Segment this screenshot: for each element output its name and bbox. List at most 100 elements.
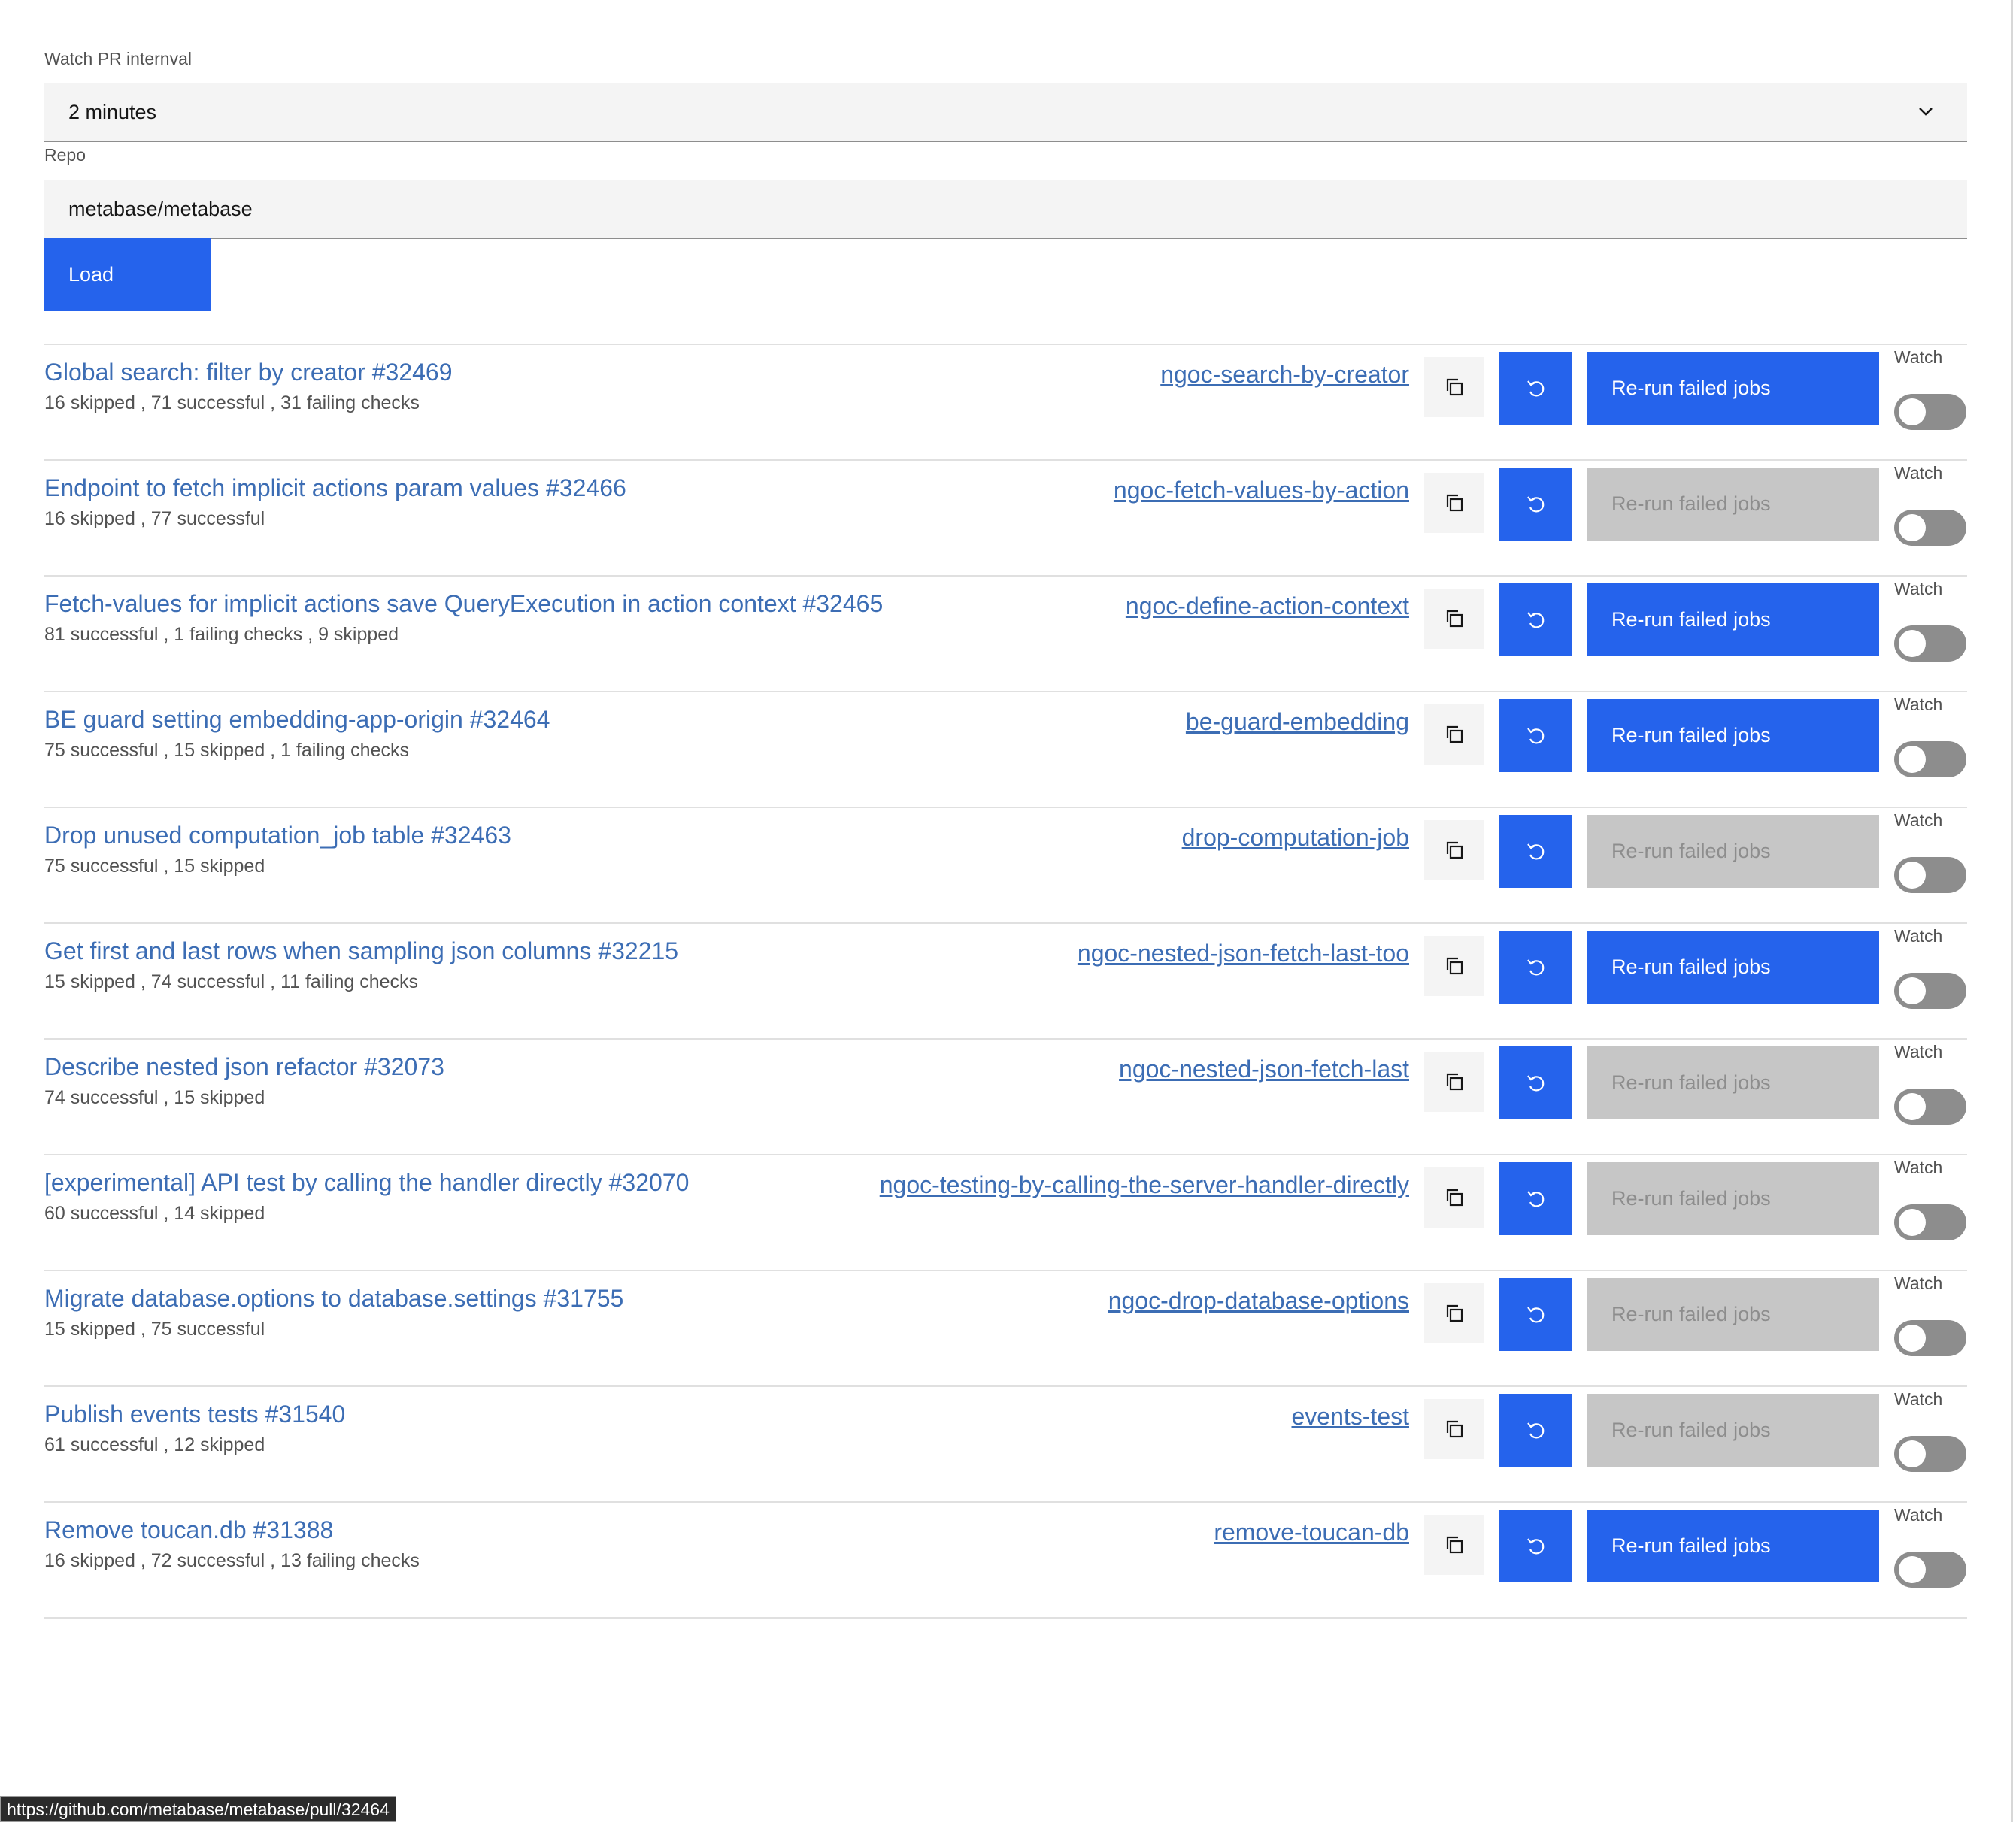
refresh-icon: [1527, 1307, 1545, 1323]
watch-toggle[interactable]: [1894, 394, 1966, 430]
watch-toggle[interactable]: [1894, 973, 1966, 1009]
watch-toggle[interactable]: [1894, 1089, 1966, 1125]
pr-branch-link[interactable]: ngoc-nested-json-fetch-last: [1119, 1055, 1409, 1083]
refresh-button[interactable]: [1499, 583, 1572, 656]
toggle-knob: [1899, 1325, 1926, 1352]
watch-label: Watch: [1894, 926, 1943, 946]
pr-branch-link[interactable]: ngoc-search-by-creator: [1160, 361, 1409, 389]
pr-check-summary: 15 skipped , 74 successful , 11 failing …: [44, 971, 419, 992]
refresh-button[interactable]: [1499, 1046, 1572, 1119]
pr-title-link[interactable]: Fetch-values for implicit actions save Q…: [44, 590, 883, 618]
pr-branch-link[interactable]: ngoc-fetch-values-by-action: [1114, 477, 1409, 504]
copy-branch-button[interactable]: [1424, 1283, 1484, 1343]
copy-branch-button[interactable]: [1424, 357, 1484, 417]
pr-branch-link[interactable]: ngoc-drop-database-options: [1108, 1287, 1409, 1315]
watch-label: Watch: [1894, 1273, 1943, 1293]
refresh-icon: [1527, 612, 1545, 628]
pr-row: Drop unused computation_job table #32463…: [0, 808, 2016, 924]
interval-select[interactable]: 2 minutes: [44, 83, 1967, 142]
pr-branch-link[interactable]: be-guard-embedding: [1186, 708, 1409, 736]
watch-toggle[interactable]: [1894, 510, 1966, 546]
load-button[interactable]: Load: [44, 238, 211, 311]
refresh-icon: [1527, 380, 1545, 397]
copy-branch-button[interactable]: [1424, 936, 1484, 996]
toggle-knob: [1899, 630, 1926, 657]
pr-title-link[interactable]: [experimental] API test by calling the h…: [44, 1169, 689, 1197]
pr-title-link[interactable]: Drop unused computation_job table #32463: [44, 822, 511, 849]
pr-title-link[interactable]: Global search: filter by creator #32469: [44, 359, 453, 386]
pr-row: Endpoint to fetch implicit actions param…: [0, 461, 2016, 577]
watch-label: Watch: [1894, 1158, 1943, 1177]
rerun-failed-jobs-button[interactable]: Re-run failed jobs: [1587, 1278, 1879, 1351]
pr-title-link[interactable]: Endpoint to fetch implicit actions param…: [44, 474, 626, 502]
pr-row: Remove toucan.db #31388 16 skipped , 72 …: [0, 1503, 2016, 1619]
pr-title-link[interactable]: Migrate database.options to database.set…: [44, 1285, 623, 1313]
refresh-button[interactable]: [1499, 931, 1572, 1004]
watch-label: Watch: [1894, 1042, 1943, 1061]
rerun-failed-jobs-button[interactable]: Re-run failed jobs: [1587, 468, 1879, 541]
copy-branch-button[interactable]: [1424, 1167, 1484, 1228]
pr-branch-link[interactable]: drop-computation-job: [1182, 824, 1409, 852]
watch-toggle[interactable]: [1894, 741, 1966, 777]
pr-check-summary: 60 successful , 14 skipped: [44, 1203, 265, 1224]
refresh-button[interactable]: [1499, 1394, 1572, 1467]
chevron-down-icon: [1919, 108, 1933, 116]
repo-input[interactable]: [44, 180, 1967, 239]
toggle-knob: [1899, 1093, 1926, 1120]
refresh-button[interactable]: [1499, 815, 1572, 888]
rerun-failed-jobs-button[interactable]: Re-run failed jobs: [1587, 352, 1879, 425]
toggle-knob: [1899, 1440, 1926, 1467]
pr-branch-link[interactable]: events-test: [1291, 1403, 1409, 1431]
pr-title-link[interactable]: Get first and last rows when sampling js…: [44, 937, 678, 965]
copy-icon: [1446, 1420, 1463, 1438]
copy-branch-button[interactable]: [1424, 473, 1484, 533]
toggle-knob: [1899, 1209, 1926, 1236]
pr-check-summary: 16 skipped , 71 successful , 31 failing …: [44, 392, 420, 413]
rerun-failed-jobs-button[interactable]: Re-run failed jobs: [1587, 931, 1879, 1004]
copy-branch-button[interactable]: [1424, 704, 1484, 765]
rerun-failed-jobs-button[interactable]: Re-run failed jobs: [1587, 1394, 1879, 1467]
copy-branch-button[interactable]: [1424, 589, 1484, 649]
copy-branch-button[interactable]: [1424, 820, 1484, 880]
rerun-failed-jobs-button[interactable]: Re-run failed jobs: [1587, 1510, 1879, 1582]
copy-branch-button[interactable]: [1424, 1515, 1484, 1575]
rerun-failed-jobs-button[interactable]: Re-run failed jobs: [1587, 815, 1879, 888]
copy-branch-button[interactable]: [1424, 1399, 1484, 1459]
pr-branch-link[interactable]: remove-toucan-db: [1214, 1519, 1409, 1546]
pr-branch-link[interactable]: ngoc-define-action-context: [1126, 592, 1409, 620]
watch-toggle[interactable]: [1894, 1436, 1966, 1472]
pr-title-link[interactable]: Remove toucan.db #31388: [44, 1516, 333, 1544]
copy-icon: [1446, 725, 1463, 743]
pr-branch-link[interactable]: ngoc-nested-json-fetch-last-too: [1078, 940, 1409, 968]
rerun-failed-jobs-button[interactable]: Re-run failed jobs: [1587, 1162, 1879, 1235]
watch-label: Watch: [1894, 810, 1943, 830]
pr-row: Fetch-values for implicit actions save Q…: [0, 577, 2016, 692]
refresh-icon: [1527, 1191, 1545, 1207]
rerun-failed-jobs-button[interactable]: Re-run failed jobs: [1587, 583, 1879, 656]
toggle-knob: [1899, 746, 1926, 773]
refresh-button[interactable]: [1499, 699, 1572, 772]
toggle-knob: [1899, 398, 1926, 425]
pr-check-summary: 81 successful , 1 failing checks , 9 ski…: [44, 624, 399, 645]
pr-branch-link[interactable]: ngoc-testing-by-calling-the-server-handl…: [880, 1171, 1409, 1199]
refresh-button[interactable]: [1499, 1278, 1572, 1351]
pr-row: [experimental] API test by calling the h…: [0, 1155, 2016, 1271]
pr-row: BE guard setting embedding-app-origin #3…: [0, 692, 2016, 808]
watch-toggle[interactable]: [1894, 1320, 1966, 1356]
rerun-failed-jobs-button[interactable]: Re-run failed jobs: [1587, 1046, 1879, 1119]
watch-toggle[interactable]: [1894, 1204, 1966, 1240]
watch-toggle[interactable]: [1894, 1552, 1966, 1588]
pr-title-link[interactable]: BE guard setting embedding-app-origin #3…: [44, 706, 550, 734]
watch-toggle[interactable]: [1894, 857, 1966, 893]
pr-title-link[interactable]: Describe nested json refactor #32073: [44, 1053, 444, 1081]
toggle-knob: [1899, 977, 1926, 1004]
refresh-button[interactable]: [1499, 1510, 1572, 1582]
copy-branch-button[interactable]: [1424, 1052, 1484, 1112]
pr-title-link[interactable]: Publish events tests #31540: [44, 1401, 345, 1428]
rerun-failed-jobs-button[interactable]: Re-run failed jobs: [1587, 699, 1879, 772]
pr-row: Publish events tests #31540 61 successfu…: [0, 1387, 2016, 1503]
refresh-button[interactable]: [1499, 1162, 1572, 1235]
refresh-button[interactable]: [1499, 468, 1572, 541]
refresh-button[interactable]: [1499, 352, 1572, 425]
watch-toggle[interactable]: [1894, 625, 1966, 662]
